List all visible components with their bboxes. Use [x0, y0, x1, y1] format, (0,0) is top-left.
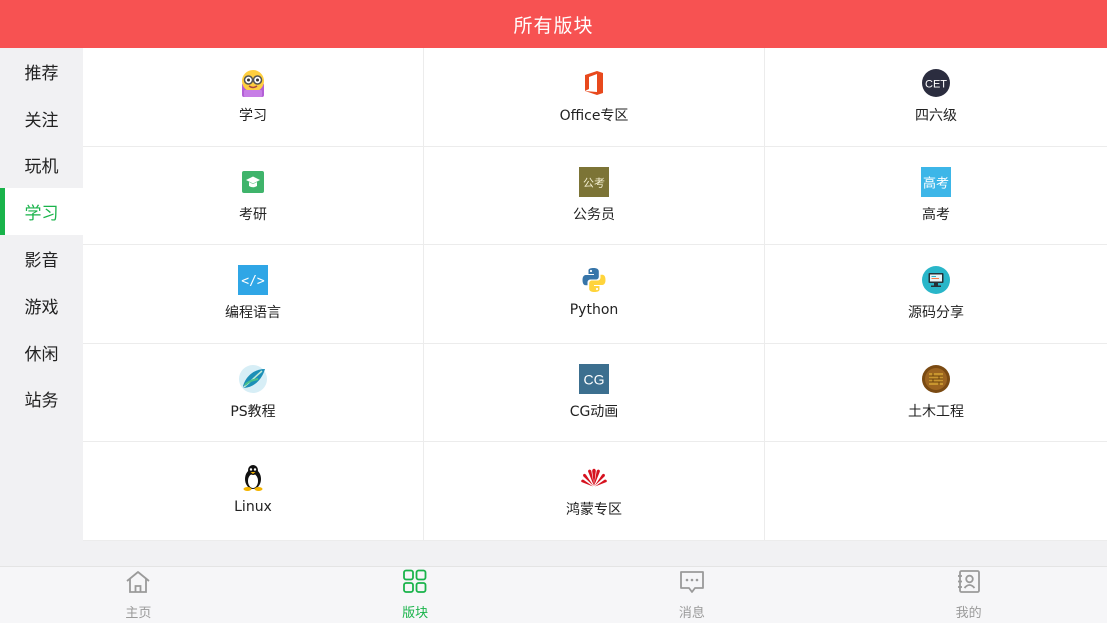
forum-tile-harmonyos[interactable]: 鸿蒙专区	[424, 442, 765, 541]
sidebar-item-study[interactable]: 学习	[0, 188, 83, 236]
forum-tile-label: 鸿蒙专区	[566, 502, 622, 519]
forum-tile-cg-animation[interactable]: CG CG动画	[424, 343, 765, 443]
sidebar-item-phone[interactable]: 玩机	[0, 142, 83, 189]
ps-feather-icon	[238, 364, 268, 394]
sidebar-item-label: 学习	[24, 204, 59, 225]
sidebar-item-label: 影音	[24, 251, 59, 272]
bottom-tab-bar: 主页 版块 消息 我的	[0, 566, 1107, 623]
forum-tile-label: 编程语言	[225, 305, 281, 322]
forum-tile-label: Office专区	[559, 108, 629, 124]
tab-label: 消息	[678, 606, 705, 621]
forum-tile-label: 高考	[922, 206, 950, 223]
home-icon	[124, 569, 152, 599]
forum-tile-postgrad[interactable]: 考研	[83, 146, 424, 246]
svg-text:CG: CG	[584, 371, 605, 387]
cg-badge-icon: CG	[579, 363, 609, 394]
nerd-face-icon	[238, 68, 268, 98]
forum-tile-label: 学习	[239, 108, 267, 124]
sidebar-item-label: 关注	[24, 110, 59, 131]
forum-tile-source-code[interactable]: 源码分享	[765, 245, 1107, 344]
gaokao-icon: 高考	[921, 166, 951, 197]
sidebar-item-media[interactable]: 影音	[0, 235, 83, 282]
sidebar-item-recommend[interactable]: 推荐	[0, 48, 83, 95]
tab-label: 主页	[125, 606, 152, 621]
forum-tile-office[interactable]: Office专区	[424, 48, 765, 147]
forum-tile-label: Linux	[234, 499, 272, 516]
tab-profile[interactable]: 我的	[830, 567, 1107, 623]
cet-badge-icon: CET	[921, 68, 951, 98]
sidebar-item-label: 推荐	[24, 63, 59, 84]
forum-tile-label: 考研	[239, 206, 267, 223]
code-brackets-icon: </>	[238, 265, 268, 296]
forum-tile-label: Python	[569, 302, 619, 319]
forum-tile-label: 源码分享	[908, 305, 964, 322]
forum-tile-programming[interactable]: </> 编程语言	[83, 245, 424, 344]
svg-text:</>: </>	[241, 274, 265, 289]
sidebar-item-label: 站务	[24, 391, 59, 412]
sidebar-item-games[interactable]: 游戏	[0, 282, 83, 329]
grid-icon	[401, 569, 429, 599]
sidebar-item-label: 休闲	[24, 344, 59, 365]
sidebar-item-leisure[interactable]: 休闲	[0, 329, 83, 376]
forum-tile-gaokao[interactable]: 高考 高考	[765, 147, 1107, 246]
empty-cell	[765, 442, 1107, 541]
forum-tile-cet[interactable]: CET 四六级	[765, 48, 1107, 147]
civil-exam-icon: 公考	[579, 166, 609, 197]
sidebar-item-label: 游戏	[24, 297, 59, 318]
svg-text:高考: 高考	[923, 175, 949, 191]
forum-tile-label: 四六级	[915, 108, 957, 124]
monitor-code-icon	[921, 265, 951, 295]
category-sidebar: 推荐 关注 玩机 学习 影音 游戏 休闲 站务	[0, 48, 83, 566]
forum-tile-label: CG动画	[569, 403, 619, 420]
brick-wall-icon	[921, 364, 951, 394]
page-header: 所有版块	[0, 0, 1107, 48]
huawei-logo-icon	[579, 462, 609, 492]
office-logo-icon	[579, 68, 609, 98]
forum-tile-python[interactable]: Python	[424, 245, 765, 344]
forum-tile-civil-engineering[interactable]: 土木工程	[765, 344, 1107, 443]
forum-grid: 学习 Office专区 CET 四六级 考研 公考 公务员 高考 高考 </> …	[83, 48, 1107, 541]
python-logo-icon	[579, 265, 609, 295]
tab-label: 我的	[955, 606, 982, 621]
sidebar-item-site[interactable]: 站务	[0, 376, 83, 423]
tux-penguin-icon	[238, 462, 268, 492]
tab-label: 版块	[402, 606, 429, 621]
svg-text:CET: CET	[925, 79, 947, 91]
svg-text:公考: 公考	[583, 176, 605, 189]
forum-tile-label: 土木工程	[908, 403, 964, 420]
page-title: 所有版块	[513, 14, 594, 37]
forum-tile-civil-service[interactable]: 公考 公务员	[424, 146, 765, 246]
forum-tile-linux[interactable]: Linux	[83, 442, 424, 541]
sidebar-item-label: 玩机	[24, 157, 59, 178]
sidebar-item-follow[interactable]: 关注	[0, 95, 83, 142]
forum-tile-label: 公务员	[573, 206, 615, 223]
tab-home[interactable]: 主页	[0, 567, 277, 623]
tab-forums[interactable]: 版块	[277, 567, 554, 623]
message-icon	[678, 569, 706, 599]
forum-tile-ps-tutorial[interactable]: PS教程	[83, 343, 424, 443]
forum-tile-label: PS教程	[230, 403, 276, 420]
tab-messages[interactable]: 消息	[554, 567, 831, 623]
contacts-icon	[955, 569, 983, 599]
graduation-cap-icon	[238, 167, 268, 197]
forum-tile-study[interactable]: 学习	[83, 48, 424, 147]
